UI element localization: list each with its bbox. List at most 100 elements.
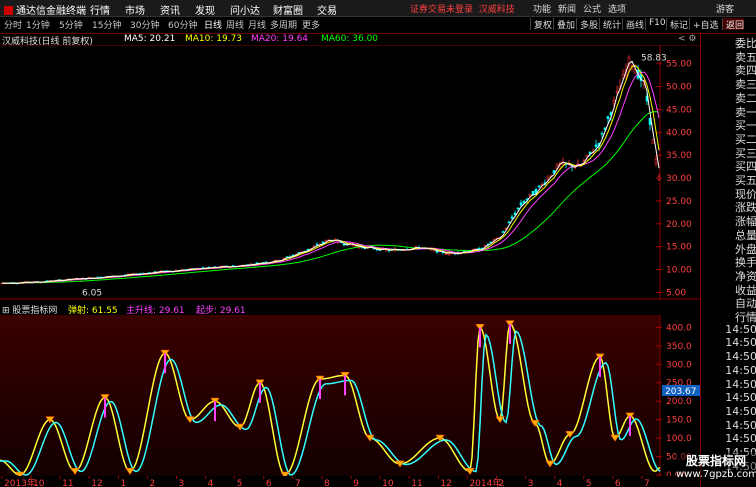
ma5-value: MA5: 20.21 — [124, 34, 176, 44]
login-notice[interactable]: 证券交易未登录 汉威科技 — [410, 2, 515, 15]
indicator-current-value: 203.67 — [665, 387, 697, 397]
time-tick-label: 4 — [557, 479, 563, 487]
time-tick-label: 3 — [179, 479, 185, 487]
ma20-value: MA20: 19.64 — [251, 34, 309, 44]
menu-news[interactable]: 资讯 — [160, 2, 180, 17]
price-tick-label: 15.00 — [666, 243, 692, 253]
time-tick-label: 6 — [266, 479, 272, 487]
price-tick-label: 45.00 — [666, 105, 692, 115]
quote-panel-label: 14:50 — [725, 336, 756, 350]
button-back[interactable]: 返回 — [722, 18, 745, 31]
menu-wealth[interactable]: 财富圈 — [273, 2, 303, 17]
menu-quotes[interactable]: 行情 — [90, 2, 110, 17]
button-overlay[interactable]: 叠加 — [553, 18, 575, 31]
menu-newsflash[interactable]: 新闻 — [558, 2, 576, 15]
price-tick-label: 35.00 — [666, 151, 692, 161]
time-tick-label: 2 — [499, 479, 505, 487]
quote-panel-label: 14:50 — [725, 418, 756, 432]
candle-body — [510, 216, 514, 219]
period-daily[interactable]: 日线 — [204, 18, 222, 31]
button-add-favorite[interactable]: +自选 — [689, 18, 719, 31]
indicator-tick-label: 350.0 — [666, 342, 692, 352]
time-tick-label: 6 — [615, 479, 621, 487]
period-15min[interactable]: 15分钟 — [92, 18, 121, 31]
app-logo-icon — [4, 6, 13, 15]
price-tick-label: 20.00 — [666, 220, 692, 230]
app-title: 通达信金融终端 — [4, 2, 86, 17]
time-tick-label: 7 — [644, 479, 650, 487]
ma10-value: MA10: 19.73 — [185, 34, 243, 44]
low-price-label: 6.05 — [82, 288, 102, 298]
time-tick-label: 11 — [62, 479, 73, 487]
chart-settings-icon[interactable]: < ⚙ — [678, 34, 696, 44]
button-stats[interactable]: 统计 — [599, 18, 621, 31]
candle-body — [654, 159, 658, 164]
button-mark[interactable]: 标记 — [666, 18, 688, 31]
quote-panel-label: 14:50 — [725, 363, 756, 377]
indicator-chart[interactable]: 400.0350.0300.0250.0200.0150.0100.050.00… — [0, 315, 700, 480]
candle-body — [516, 207, 520, 209]
period-weekly[interactable]: 周线 — [226, 18, 244, 31]
price-tick-label: 10.00 — [666, 266, 692, 276]
time-tick-label: 5 — [237, 479, 243, 487]
candle-body — [528, 194, 532, 196]
button-f10[interactable]: F10 — [645, 18, 666, 30]
ma60-value: MA60: 36.00 — [321, 34, 379, 44]
price-tick-label: 25.00 — [666, 197, 692, 207]
candle-body — [651, 139, 655, 144]
indicator-tick-label: 100.0 — [666, 434, 692, 444]
button-draw[interactable]: 画线 — [622, 18, 644, 31]
button-adjust[interactable]: 复权 — [530, 18, 552, 31]
menu-trade[interactable]: 交易 — [317, 2, 337, 17]
time-tick-label: 7 — [295, 479, 301, 487]
menu-formula[interactable]: 公式 — [583, 2, 601, 15]
period-5min[interactable]: 5分钟 — [59, 18, 83, 31]
quote-panel-label: 14:50 — [725, 322, 756, 336]
indicator-tick-label: 150.0 — [666, 416, 692, 426]
candle-body — [612, 100, 616, 104]
time-tick-label: 9 — [353, 479, 359, 487]
indicator-tick-label: 200.0 — [666, 397, 692, 407]
quote-panel-label: 14:50 — [725, 350, 756, 364]
time-tick-label: 10 — [33, 479, 45, 487]
price-tick-label: 30.00 — [666, 174, 692, 184]
indicator-header: ⊞ 股票指标网 弹射: 61.55 主升线: 29.61 起步: 29.61 — [0, 303, 700, 316]
quote-panel-label: 14:50 — [725, 404, 756, 418]
time-tick-label: 12 — [440, 479, 451, 487]
candle-body — [615, 91, 619, 93]
menu-ask[interactable]: 问小达 — [230, 2, 260, 17]
main-chart[interactable]: 55.00 50.00 45.00 40.00 35.00 30.00 25.00 20.00… — [0, 45, 700, 300]
candle-body — [588, 151, 592, 154]
candle-body — [594, 144, 598, 147]
menu-options[interactable]: 选项 — [608, 2, 626, 15]
time-tick-label: 4 — [208, 479, 214, 487]
period-more[interactable]: 更多 — [302, 18, 320, 31]
watermark: 股票指标网 www.7gpzb.com — [676, 452, 756, 480]
indicator-tick-label: 300.0 — [666, 360, 692, 370]
time-tick-label: 5 — [586, 479, 592, 487]
price-tick-label: 50.00 — [666, 83, 692, 93]
time-tick-label: 8 — [324, 479, 330, 487]
period-timeshare[interactable]: 分时 — [4, 18, 22, 31]
candle-body — [657, 176, 661, 181]
period-1min[interactable]: 1分钟 — [26, 18, 50, 31]
time-tick-label: 2 — [149, 479, 155, 487]
indicator-background — [0, 315, 660, 480]
button-multistock[interactable]: 多股 — [576, 18, 598, 31]
period-multi[interactable]: 多周期 — [270, 18, 297, 31]
menu-discover[interactable]: 发现 — [195, 2, 215, 17]
indicator-tick-label: 400.0 — [666, 323, 692, 333]
candle-body — [351, 244, 355, 247]
quote-panel-label: 14:50 — [725, 377, 756, 391]
guest-label[interactable]: 游客 — [716, 2, 734, 15]
menu-market[interactable]: 市场 — [125, 2, 145, 17]
period-30min[interactable]: 30分钟 — [130, 18, 159, 31]
time-tick-label: 11 — [411, 479, 422, 487]
period-monthly[interactable]: 月线 — [248, 18, 266, 31]
quote-panel-label: 14:50 — [725, 391, 756, 405]
time-tick-label: 1 — [120, 479, 126, 487]
high-price-label: 58.83 — [641, 54, 667, 64]
period-60min[interactable]: 60分钟 — [168, 18, 197, 31]
menu-function[interactable]: 功能 — [533, 2, 551, 15]
title-bar: 通达信金融终端 行情 市场 资讯 发现 问小达 财富圈 交易 证券交易未登录 汉… — [0, 0, 756, 17]
